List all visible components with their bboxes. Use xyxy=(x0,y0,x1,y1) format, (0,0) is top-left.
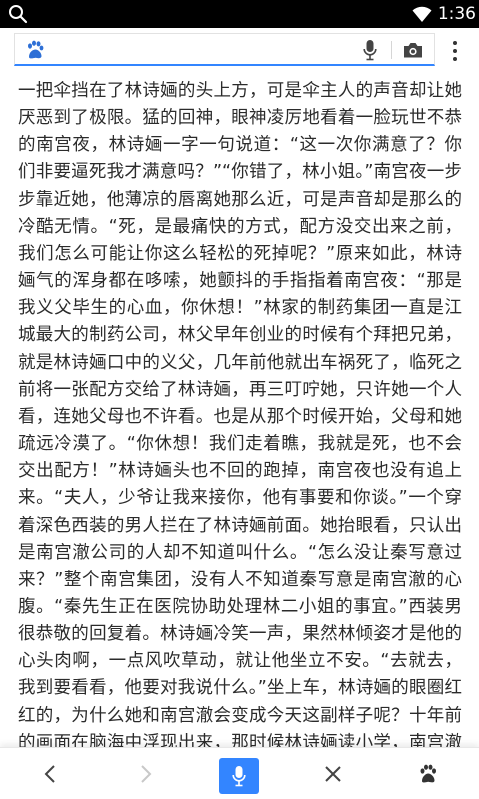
search-input[interactable] xyxy=(53,37,353,61)
search-icon[interactable] xyxy=(8,4,28,24)
browser-toolbar xyxy=(0,28,479,74)
bottom-navigation xyxy=(0,747,479,799)
wifi-icon xyxy=(412,6,432,22)
search-bar[interactable] xyxy=(14,33,435,66)
back-button[interactable] xyxy=(32,756,70,792)
close-icon xyxy=(325,766,341,782)
baidu-paw-icon xyxy=(28,40,44,59)
status-clock: 1:36 xyxy=(437,4,476,24)
baidu-paw-icon xyxy=(420,764,436,783)
search-divider xyxy=(391,41,392,59)
status-bar: 1:36 xyxy=(0,0,479,28)
microphone-icon[interactable] xyxy=(363,39,377,61)
forward-arrow-icon xyxy=(141,765,152,783)
camera-icon[interactable] xyxy=(403,41,423,59)
microphone-icon xyxy=(232,766,246,787)
back-arrow-icon xyxy=(44,765,55,783)
voice-search-button[interactable] xyxy=(219,758,259,794)
forward-button[interactable] xyxy=(126,756,164,792)
more-vertical-icon[interactable] xyxy=(448,40,462,62)
home-button[interactable] xyxy=(409,756,447,792)
close-button[interactable] xyxy=(314,756,352,792)
article-text: 一把伞挡在了林诗婳的头上方，可是伞主人的声音却让她厌恶到了极限。猛的回神，眼神凌… xyxy=(18,81,462,753)
